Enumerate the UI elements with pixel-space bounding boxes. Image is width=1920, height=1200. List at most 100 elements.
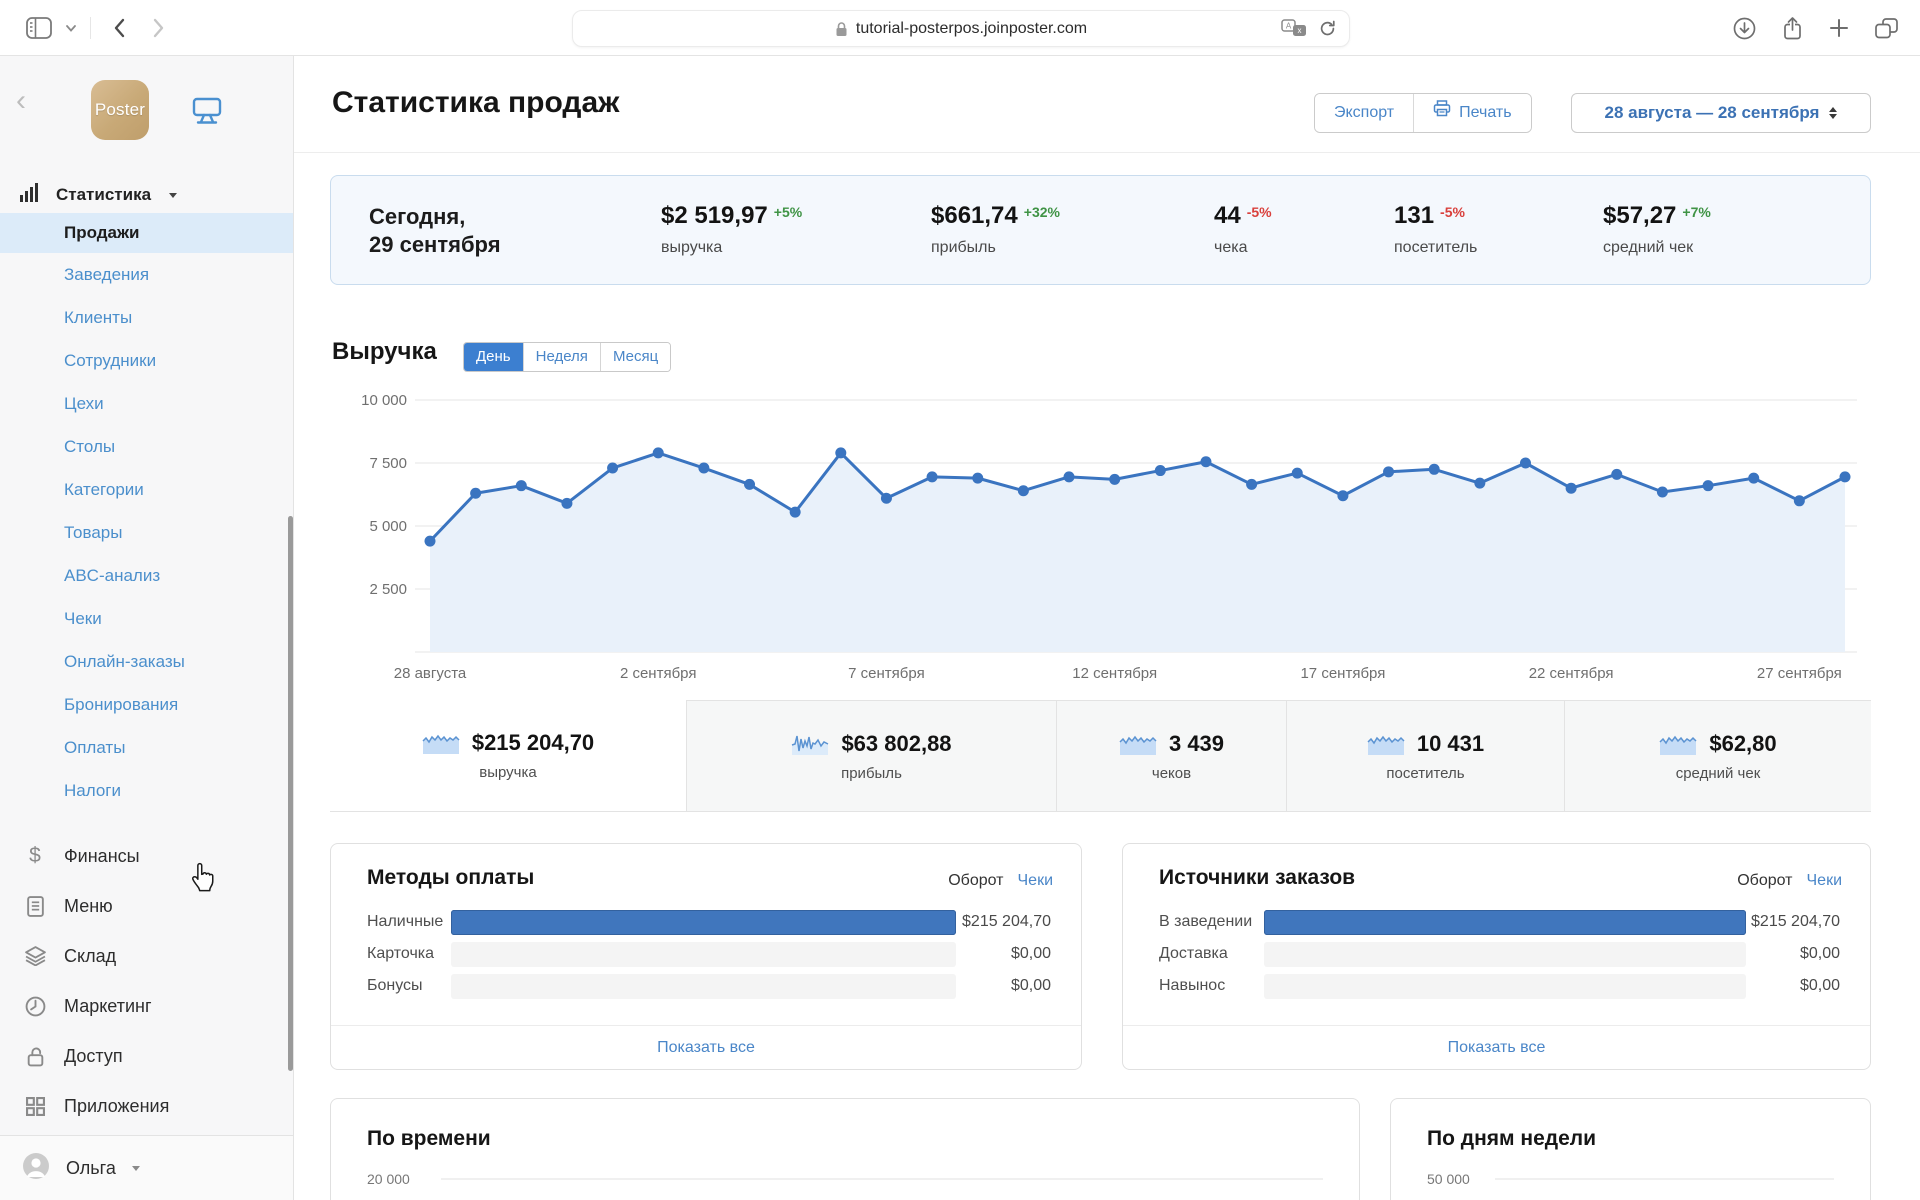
share-icon[interactable] [1782, 16, 1803, 41]
sidebar-item[interactable]: Цехи [0, 382, 293, 425]
print-button[interactable]: Печать [1413, 94, 1531, 132]
sidebar-nav-list: Продажи Заведения Клиенты Сотрудники Цехи Сто… [0, 213, 293, 812]
stat-label: средний чек [1603, 239, 1694, 256]
toggle-turnover[interactable]: Оборот [1737, 872, 1792, 890]
sidebar-item[interactable]: Клиенты [0, 296, 293, 339]
revenue-tab[interactable]: Месяц [599, 343, 671, 371]
summary-metric[interactable]: $62,80 средний чек [1564, 700, 1871, 811]
tabs-overview-icon[interactable] [1875, 17, 1898, 39]
sidebar-item[interactable]: Сотрудники [0, 339, 293, 382]
bar-track [451, 974, 956, 999]
revenue-tab[interactable]: День [464, 343, 523, 371]
reload-icon[interactable] [1318, 19, 1337, 38]
sidebar-item[interactable]: Столы [0, 425, 293, 468]
sidebar-sections-list: $ Финансы Меню Склад Маркетинг Доступ Приложен… [0, 831, 293, 1131]
bar-row: В заведении $215 204,70 [1123, 910, 1870, 935]
chevron-down-icon[interactable] [66, 24, 76, 32]
address-bar[interactable]: tutorial-posterpos.joinposter.com Ax [572, 10, 1350, 47]
sidebar-section-statistics[interactable]: Статистика [20, 178, 178, 212]
document-icon [22, 895, 48, 917]
summary-metric[interactable]: 3 439 чеков [1056, 700, 1286, 811]
summary-metric[interactable]: 10 431 посетитель [1286, 700, 1564, 811]
translate-icon[interactable]: Ax [1281, 19, 1308, 38]
sidebar-section-label: Доступ [64, 1045, 123, 1066]
bar-track [1264, 910, 1746, 935]
user-menu[interactable]: Ольга [0, 1135, 293, 1200]
sidebar-section[interactable]: Приложения [0, 1081, 293, 1131]
sidebar-section[interactable]: Склад [0, 931, 293, 981]
stat-delta: +5% [773, 204, 803, 220]
svg-text:A: A [1286, 22, 1292, 31]
bar-track [1264, 974, 1746, 999]
stat-label: посетитель [1394, 239, 1478, 256]
today-stat: $661,74 +32% прибыль [931, 202, 1060, 257]
date-range-selector[interactable]: 28 августа — 28 сентября [1571, 93, 1871, 133]
stat-delta: +32% [1023, 204, 1060, 220]
layers-icon [22, 946, 48, 966]
today-date: Сегодня, 29 сентября [369, 204, 501, 257]
sidebar-section-label: Статистика [56, 185, 152, 204]
export-button[interactable]: Экспорт [1315, 94, 1414, 132]
poster-logo[interactable]: Poster [91, 80, 149, 140]
sidebar-section[interactable]: Маркетинг [0, 981, 293, 1031]
bar-value: $0,00 [1010, 977, 1051, 994]
new-tab-icon[interactable] [1829, 18, 1849, 38]
revenue-tab[interactable]: Неделя [522, 343, 600, 371]
metric-label: чеков [1151, 764, 1192, 782]
sidebar-section-label: Приложения [64, 1095, 170, 1116]
sparkline-area-icon [1119, 732, 1157, 756]
sidebar-item[interactable]: Чеки [0, 597, 293, 640]
sidebar-item[interactable]: Бронирования [0, 683, 293, 726]
user-name: Ольга [66, 1157, 116, 1178]
downloads-icon[interactable] [1733, 17, 1756, 40]
sidebar-toggle-icon[interactable] [26, 17, 52, 39]
sidebar-section[interactable]: Доступ [0, 1031, 293, 1081]
sidebar-item[interactable]: Онлайн-заказы [0, 640, 293, 683]
bar-fill [1264, 910, 1746, 935]
metric-value: $63 802,88 [841, 730, 952, 756]
sidebar-section[interactable]: $ Финансы [0, 831, 293, 881]
page-title: Статистика продаж [332, 86, 620, 119]
sidebar-item[interactable]: Продажи [0, 213, 293, 253]
back-icon[interactable] [113, 18, 125, 38]
toggle-receipts[interactable]: Чеки [1807, 872, 1843, 890]
sidebar-item[interactable]: Товары [0, 511, 293, 554]
forward-icon[interactable] [153, 18, 165, 38]
svg-text:17 сентября: 17 сентября [1300, 665, 1385, 682]
summary-metric[interactable]: $215 204,70 выручка [330, 700, 686, 811]
grid-icon [22, 1096, 48, 1116]
card-title: Источники заказов [1159, 866, 1356, 889]
pos-terminal-icon[interactable] [190, 96, 224, 131]
avatar-icon [22, 1152, 50, 1185]
revenue-chart: 10 000 7 500 5 000 2 500 28 августа 2 сентябр… [361, 392, 1857, 682]
toggle-turnover[interactable]: Оборот [948, 872, 1003, 890]
show-all-link[interactable]: Показать все [331, 1025, 1081, 1069]
today-stat: $57,27 +7% средний чек [1603, 202, 1711, 257]
collapse-sidebar-icon[interactable]: ‹ [16, 86, 26, 116]
toggle-receipts[interactable]: Чеки [1018, 872, 1054, 890]
sidebar-item[interactable]: Налоги [0, 769, 293, 812]
sparkline-area-icon [422, 731, 460, 755]
caret-down-icon [131, 1165, 140, 1171]
card-title: Методы оплаты [367, 866, 535, 889]
sidebar-item[interactable]: Оплаты [0, 726, 293, 769]
today-stat: 44 -5% чека [1214, 202, 1272, 257]
show-all-link[interactable]: Показать все [1123, 1025, 1870, 1069]
sidebar-section-label: Финансы [64, 845, 140, 866]
metric-label: выручка [479, 764, 537, 781]
sidebar-section[interactable]: Меню [0, 881, 293, 931]
sidebar-item[interactable]: Заведения [0, 253, 293, 296]
stat-value: $2 519,97 [661, 202, 768, 229]
today-summary-card: Сегодня, 29 сентября $2 519,97 +5% выручка… [330, 175, 1871, 285]
bar-value: $215 204,70 [1751, 913, 1840, 930]
summary-metric[interactable]: $63 802,88 прибыль [686, 700, 1056, 811]
caret-down-icon [169, 192, 178, 198]
date-range-text: 28 августа — 28 сентября [1604, 103, 1820, 122]
bar-track [451, 942, 956, 967]
axis-tick: 20 000 [367, 1171, 410, 1187]
sidebar-item[interactable]: Категории [0, 468, 293, 511]
revenue-title: Выручка [332, 338, 437, 365]
sidebar-scrollbar[interactable] [288, 516, 293, 1071]
sidebar-item[interactable]: ABC-анализ [0, 554, 293, 597]
metric-value: $215 204,70 [471, 730, 595, 755]
